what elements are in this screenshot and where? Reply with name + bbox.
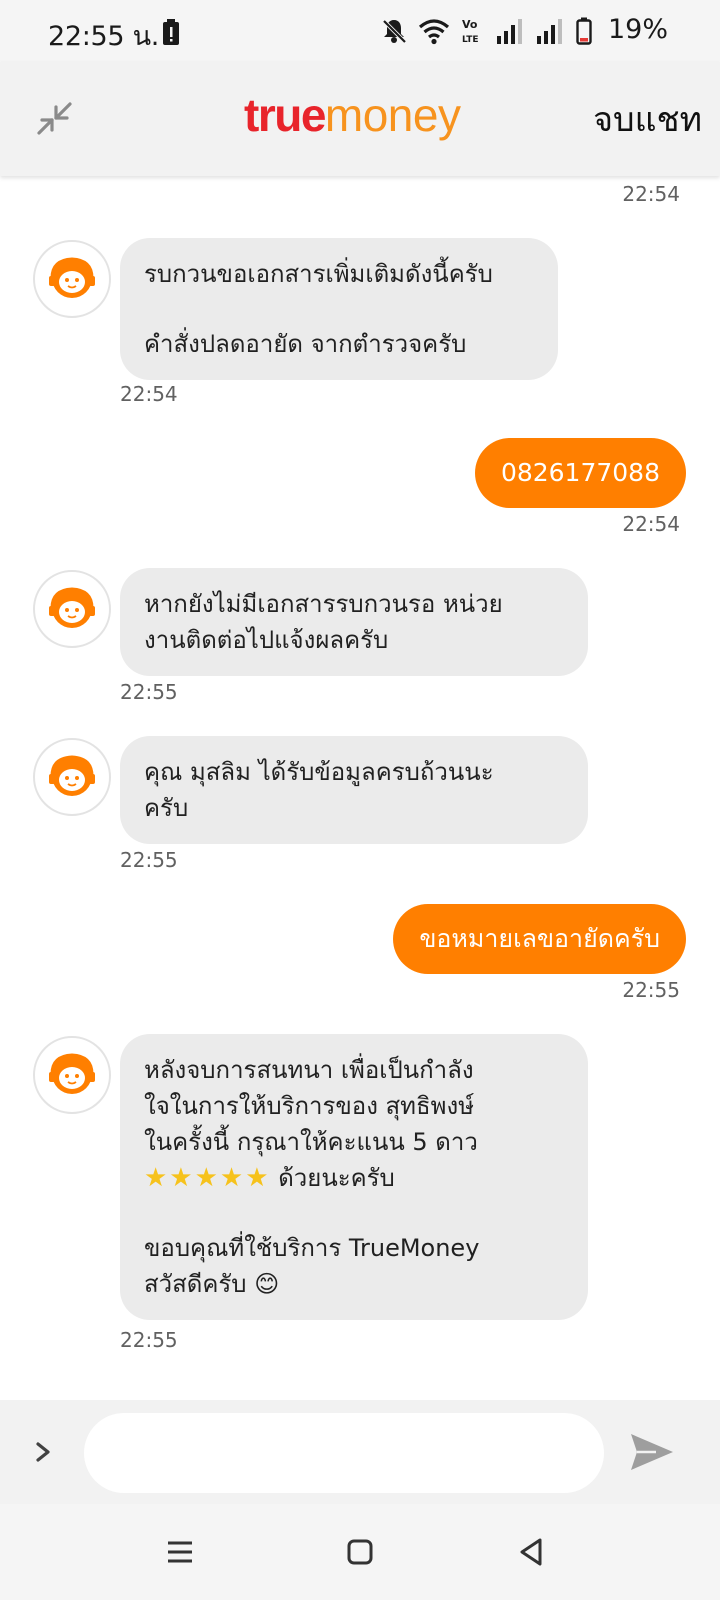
mute-icon	[382, 19, 407, 44]
message-text: ในครั้งนี้ กรุณาให้คะแนน 5 ดาว	[144, 1128, 478, 1156]
agent-headset-icon	[49, 587, 95, 628]
message-text: สวัสดีครับ	[144, 1270, 247, 1298]
agent-message-bubble: หากยังไม่มีเอกสารรบกวนรอ หน่วย งานติดต่อ…	[120, 568, 588, 676]
signal-icon	[497, 19, 522, 44]
chevron-right-icon[interactable]	[28, 1432, 60, 1472]
agent-avatar	[33, 240, 111, 318]
message-rating-line: ★★★★★ ด้วยนะครับ	[144, 1160, 564, 1196]
volte-icon: Vo LTE	[462, 18, 479, 45]
battery-alert-icon	[163, 19, 179, 45]
svg-text:Vo: Vo	[462, 18, 478, 31]
message-timestamp: 22:54	[622, 512, 680, 536]
message-text: งานติดต่อไปแจ้งผลครับ	[144, 626, 389, 654]
status-time: 22:55 น.	[48, 21, 160, 52]
wifi-icon	[418, 19, 450, 45]
back-icon[interactable]	[512, 1532, 552, 1572]
message-closing-line: สวัสดีครับ 😊	[144, 1266, 564, 1302]
chat-header: truemoney จบแชท	[0, 62, 720, 176]
agent-message-bubble: รบกวนขอเอกสารเพิ่มเติมดังนี้ครับ คำสั่งป…	[120, 238, 558, 380]
message-input[interactable]	[84, 1413, 604, 1493]
message-timestamp: 22:54	[622, 182, 680, 206]
message-text: ครับ	[144, 794, 189, 822]
message-text: ด้วยนะครับ	[278, 1164, 395, 1192]
logo-true: true	[244, 89, 326, 141]
star-rating-icons: ★★★★★	[144, 1163, 271, 1193]
message-text: ขอบคุณที่ใช้บริการ TrueMoney	[144, 1234, 480, 1262]
android-nav-bar	[0, 1504, 720, 1600]
message-timestamp: 22:55	[120, 680, 178, 704]
user-message-bubble: 0826177088	[474, 438, 686, 508]
agent-avatar	[33, 1036, 111, 1114]
message-text: หลังจบการสนทนา เพื่อเป็นกำลัง	[144, 1056, 474, 1084]
minimize-icon[interactable]	[34, 98, 76, 140]
agent-message-bubble: หลังจบการสนทนา เพื่อเป็นกำลัง ใจในการให้…	[120, 1034, 588, 1320]
user-message-bubble: ขอหมายเลขอายัดครับ	[393, 904, 686, 974]
message-text: หากยังไม่มีเอกสารรบกวนรอ หน่วย	[144, 590, 503, 618]
recent-apps-icon[interactable]	[160, 1532, 200, 1572]
message-text: รบกวนขอเอกสารเพิ่มเติมดังนี้ครับ	[144, 260, 493, 288]
home-icon[interactable]	[340, 1532, 380, 1572]
signal-icon-2	[537, 19, 562, 44]
chat-thread: 22:54 รบกวนขอเอกสารเพิ่มเติมดังนี้ครับ ค…	[0, 176, 720, 1400]
agent-headset-icon	[49, 257, 95, 298]
message-timestamp: 22:54	[120, 382, 178, 406]
battery-icon	[576, 17, 592, 45]
message-composer	[0, 1400, 720, 1504]
smile-emoji-icon: 😊	[254, 1270, 280, 1298]
logo-money: money	[324, 89, 461, 141]
agent-avatar	[33, 738, 111, 816]
agent-avatar	[33, 570, 111, 648]
agent-headset-icon	[49, 1053, 95, 1094]
svg-text:LTE: LTE	[462, 35, 479, 45]
send-icon[interactable]	[628, 1430, 676, 1474]
truemoney-logo: truemoney	[244, 88, 461, 142]
message-text: คำสั่งปลดอายัด จากตำรวจครับ	[144, 330, 467, 358]
end-chat-button[interactable]: จบแชท	[593, 98, 702, 142]
message-text: ใจในการให้บริการของ สุทธิพงษ์	[144, 1092, 475, 1120]
message-text: คุณ มุสลิม ได้รับข้อมูลครบถ้วนนะ	[144, 758, 494, 786]
agent-message-bubble: คุณ มุสลิม ได้รับข้อมูลครบถ้วนนะ ครับ	[120, 736, 588, 844]
message-timestamp: 22:55	[120, 1328, 178, 1352]
agent-headset-icon	[49, 755, 95, 796]
message-timestamp: 22:55	[120, 848, 178, 872]
status-bar: 22:55 น. Vo LTE 19%	[0, 0, 720, 62]
battery-percent: 19%	[607, 14, 668, 45]
message-timestamp: 22:55	[622, 978, 680, 1002]
